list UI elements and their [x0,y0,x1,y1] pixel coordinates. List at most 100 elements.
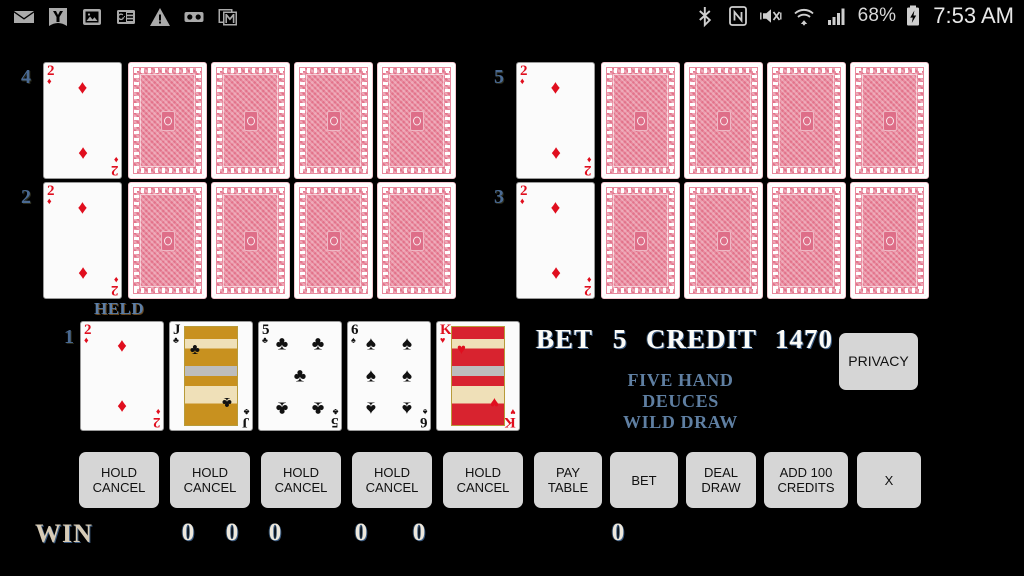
mini-hand-row-label: 4 [21,66,31,88]
win-value-hand-5: 0 [412,519,426,546]
main-hand-card[interactable]: 5 ♣ 5 ♣ ♣ ♣ ♣ ♣ ♣ [258,321,342,431]
video-poker-app: 68% 7:53 AM 4 2 ♦ 2 ♦ ♦ ♦ 5 2 ♦ 2 ♦ ♦ ♦ 2 2 ♦ 2 ♦ ♦ ♦ 3 2 ♦ 2 ♦ ♦ ♦… [0,0,1024,576]
deal-draw-button-line1: DEAL [704,465,738,480]
hold-cancel-button-2-line1: HOLD [191,465,229,480]
hold-cancel-button-3[interactable]: HOLD CANCEL [261,452,341,508]
exit-button[interactable]: X [857,452,921,508]
card-face-down [211,62,290,179]
card-face-down [294,182,373,299]
credit-label: CREDIT [646,324,758,354]
privacy-button-label: PRIVACY [848,353,909,369]
yahoo-icon [46,5,70,29]
hold-cancel-button-1[interactable]: HOLD CANCEL [79,452,159,508]
status-bar-system-icons: 68% 7:53 AM [693,4,1014,28]
card-corner-top: 2 ♦ [84,322,92,346]
exit-button-line1: X [884,472,894,488]
card-corner-bottom: 6 ♠ [419,406,428,430]
status-bar-notification-icons [12,5,240,29]
status-bar: 68% 7:53 AM [0,0,1024,42]
card-face-up: 2 ♦ 2 ♦ ♦ ♦ [43,62,122,179]
card-corner-top: 2 ♦ [47,63,55,87]
hold-cancel-button-4-line1: HOLD [373,465,411,480]
main-hand-card[interactable]: J ♣ J ♣ ♣ ♣ [169,321,253,431]
card-face-down [211,182,290,299]
card-corner-top: 2 ♦ [520,183,528,207]
voicemail-icon [182,5,206,29]
card-face-down [850,62,929,179]
wifi-icon [792,4,816,28]
bet-value: 5 [613,324,628,354]
win-value-hand-2: 0 [225,519,239,546]
card-face-down [128,182,207,299]
clock-label: 7:53 AM [933,3,1014,28]
hold-cancel-button-1-line1: HOLD [100,465,138,480]
win-value-hand-1: 0 [181,519,195,546]
add-credits-button[interactable]: ADD 100 CREDITS [764,452,848,508]
battery-charging-icon [905,4,921,28]
deal-draw-button[interactable]: DEAL DRAW [686,452,756,508]
envelope-icon [12,5,36,29]
bet-button[interactable]: BET [610,452,678,508]
main-hand-row-label: 1 [64,326,74,348]
card-corner-bottom: 2 ♦ [110,154,119,178]
warning-icon [148,5,172,29]
mini-hand-row-label: 5 [494,66,504,88]
card-corner-bottom: 2 ♦ [152,406,161,430]
held-label: HELD [94,299,145,318]
win-value-hand-3: 0 [268,519,282,546]
win-total: 0 [611,519,625,546]
google-news-icon [114,5,138,29]
card-face-down [684,182,763,299]
mini-hand-row-label: 2 [21,186,31,208]
pay-table-button-line1: PAY [555,465,581,480]
win-label: WIN [35,519,93,548]
main-hand-card[interactable]: 2 ♦ 2 ♦ ♦ ♦ [80,321,164,431]
battery-percent-label: 68% [857,5,897,26]
credit-value: 1470 [775,324,833,354]
card-corner-top: 2 ♦ [520,63,528,87]
game-title-line-3: WILD DRAW [623,412,738,432]
game-title-line-1: FIVE HAND [627,370,734,390]
nfc-icon [726,4,750,28]
hold-cancel-button-4-line2: CANCEL [365,480,419,495]
bet-label: BET [536,324,594,354]
card-corner-bottom: 2 ♦ [583,154,592,178]
card-corner-bottom: 2 ♦ [110,274,119,298]
mini-hand-row-label: 3 [494,186,504,208]
pay-table-button[interactable]: PAY TABLE [534,452,602,508]
hold-cancel-button-5[interactable]: HOLD CANCEL [443,452,523,508]
hold-cancel-button-4[interactable]: HOLD CANCEL [352,452,432,508]
card-face-down [601,62,680,179]
gmail-icon [216,5,240,29]
card-corner-bottom: 2 ♦ [583,274,592,298]
card-corner-top: 5 ♣ [262,322,270,346]
card-corner-top: 6 ♠ [351,322,359,346]
card-corner-bottom: K ♥ [504,406,516,430]
photo-icon [80,5,104,29]
card-face-down [377,62,456,179]
hold-cancel-button-2-line2: CANCEL [183,480,237,495]
win-value-hand-4: 0 [354,519,368,546]
card-face-up: 2 ♦ 2 ♦ ♦ ♦ [43,182,122,299]
hold-cancel-button-3-line1: HOLD [282,465,320,480]
card-face-down [767,62,846,179]
card-face-up: 2 ♦ 2 ♦ ♦ ♦ [516,182,595,299]
main-hand-card[interactable]: 6 ♠ 6 ♠ ♠ ♠ ♠ ♠ ♠ ♠ [347,321,431,431]
bet-button-line1: BET [631,472,657,488]
bluetooth-icon [693,4,717,28]
pay-table-button-line2: TABLE [547,480,589,495]
hold-cancel-button-5-line2: CANCEL [456,480,510,495]
vibrate-mute-icon [759,4,783,28]
hold-cancel-button-2[interactable]: HOLD CANCEL [170,452,250,508]
main-hand-card[interactable]: K ♥ K ♥ ♥ ♥ [436,321,520,431]
privacy-button[interactable]: PRIVACY [839,333,918,390]
card-face-down [294,62,373,179]
card-face-down [601,182,680,299]
add-credits-button-line2: CREDITS [777,480,835,495]
card-face-down [850,182,929,299]
game-title-line-2: DEUCES [642,391,719,411]
card-face-down [128,62,207,179]
card-corner-top: K ♥ [440,322,452,346]
card-corner-top: J ♣ [173,322,181,346]
hold-cancel-button-3-line2: CANCEL [274,480,328,495]
